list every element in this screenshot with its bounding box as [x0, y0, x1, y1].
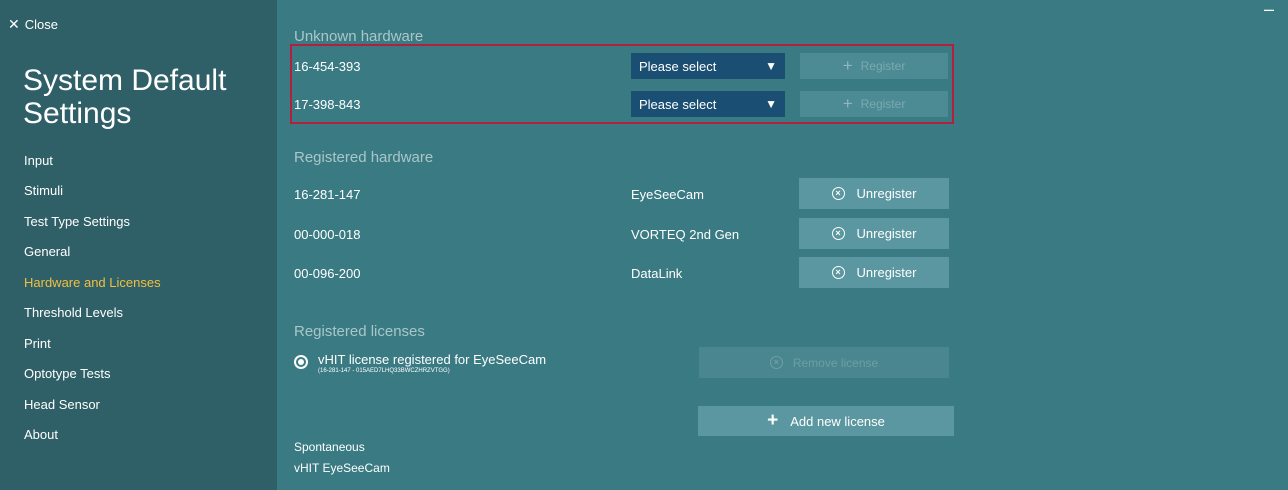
remove-circle-icon: ×	[769, 356, 783, 369]
radio-dot	[298, 359, 304, 365]
add-license-label: Add new license	[790, 413, 885, 429]
plus-icon: +	[842, 94, 853, 113]
sidebar-item-optotype-tests[interactable]: Optotype Tests	[24, 366, 110, 381]
unregister-button[interactable]: × Unregister	[799, 257, 949, 288]
register-label: Register	[860, 97, 906, 111]
hardware-type-select[interactable]: Please select ▼	[631, 53, 785, 79]
select-value: Please select	[639, 96, 717, 112]
close-label: Close	[24, 17, 58, 32]
hardware-type-select[interactable]: Please select ▼	[631, 91, 785, 117]
footer-line: vHIT EyeSeeCam	[294, 461, 390, 475]
sidebar-item-threshold-levels[interactable]: Threshold Levels	[24, 305, 123, 320]
unregister-label: Unregister	[856, 265, 917, 280]
registered-hardware-id: 16-281-147	[294, 187, 361, 202]
remove-circle-icon: ×	[831, 187, 845, 200]
sidebar-item-about[interactable]: About	[24, 427, 58, 442]
footer-line: Spontaneous	[294, 440, 365, 454]
registered-hardware-title: Registered hardware	[294, 149, 434, 166]
remove-license-button[interactable]: × Remove license	[699, 347, 949, 378]
close-icon: ✕	[8, 16, 20, 32]
unregister-label: Unregister	[856, 226, 917, 241]
plus-icon: +	[767, 410, 779, 431]
add-license-button[interactable]: + Add new license	[698, 406, 954, 436]
unknown-hardware-title: Unknown hardware	[294, 28, 424, 45]
sidebar-item-stimuli[interactable]: Stimuli	[24, 183, 63, 198]
unknown-hardware-id: 17-398-843	[294, 97, 361, 112]
registered-licenses-title: Registered licenses	[294, 323, 425, 340]
unknown-hardware-id: 16-454-393	[294, 59, 361, 74]
register-button[interactable]: + Register	[800, 91, 948, 117]
license-title: vHIT license registered for EyeSeeCam	[318, 352, 547, 367]
license-radio[interactable]	[294, 355, 308, 369]
license-detail: (16-281-147 - 015AED7LHQ33BWCZHRZVTGG)	[318, 368, 450, 374]
remove-license-label: Remove license	[792, 355, 879, 370]
unregister-button[interactable]: × Unregister	[799, 178, 949, 209]
remove-circle-icon: ×	[831, 227, 845, 240]
unregister-label: Unregister	[856, 186, 917, 201]
registered-hardware-name: VORTEQ 2nd Gen	[631, 227, 740, 242]
remove-circle-icon: ×	[831, 266, 845, 279]
plus-icon: +	[842, 56, 853, 75]
unregister-button[interactable]: × Unregister	[799, 218, 949, 249]
registered-hardware-name: EyeSeeCam	[631, 187, 704, 202]
dropdown-arrow-icon: ▼	[765, 59, 777, 73]
registered-hardware-name: DataLink	[631, 266, 683, 281]
page-title: System Default Settings	[23, 64, 227, 130]
sidebar-item-input[interactable]: Input	[24, 153, 53, 168]
dropdown-arrow-icon: ▼	[765, 97, 777, 111]
registered-hardware-id: 00-000-018	[294, 227, 361, 242]
sidebar-item-test-type-settings[interactable]: Test Type Settings	[24, 214, 130, 229]
register-button[interactable]: + Register	[800, 53, 948, 79]
sidebar-item-head-sensor[interactable]: Head Sensor	[24, 397, 100, 412]
sidebar: ✕ Close System Default Settings Input St…	[0, 0, 277, 490]
registered-hardware-id: 00-096-200	[294, 266, 361, 281]
sidebar-item-general[interactable]: General	[24, 244, 70, 259]
select-value: Please select	[639, 58, 717, 74]
close-button[interactable]: ✕ Close	[8, 16, 58, 33]
sidebar-item-print[interactable]: Print	[24, 336, 51, 351]
minimize-button[interactable]: –	[1264, 0, 1274, 18]
register-label: Register	[860, 59, 906, 73]
sidebar-item-hardware-and-licenses[interactable]: Hardware and Licenses	[24, 275, 161, 290]
